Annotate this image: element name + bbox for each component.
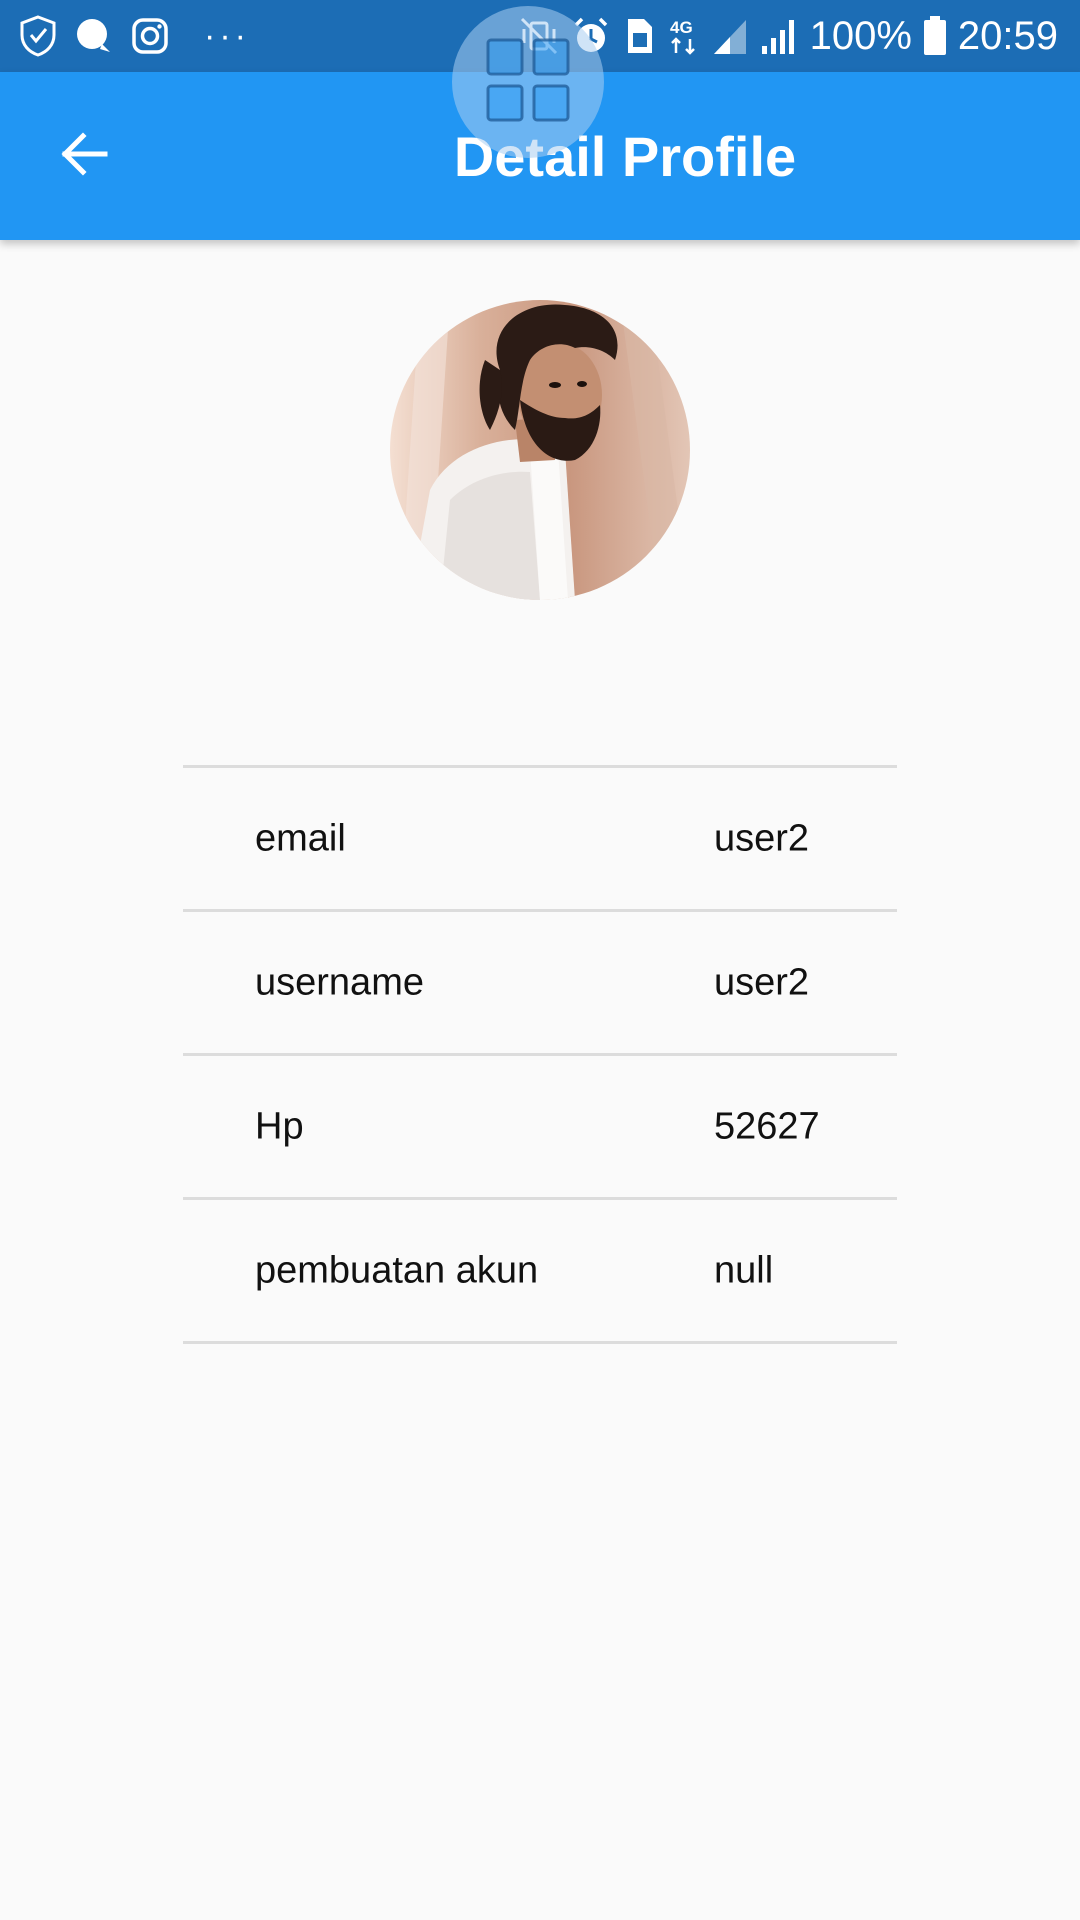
status-bar-left: ···	[18, 14, 250, 58]
instagram-icon	[130, 16, 170, 56]
email-label: email	[255, 817, 346, 859]
username-value: user2	[714, 961, 810, 1003]
table-row: pembuatan akun null	[183, 1200, 897, 1344]
avatar	[390, 300, 690, 600]
account-created-value: null	[714, 1249, 774, 1291]
signal-icon	[712, 16, 750, 56]
shield-icon	[18, 15, 58, 57]
profile-info-table: email user2 username user2 Hp 52627 pemb…	[183, 765, 897, 1344]
table-row: Hp 52627	[183, 1056, 897, 1200]
chat-bubble-icon	[74, 16, 114, 56]
email-value: user2	[714, 817, 810, 859]
battery-percent: 100%	[809, 13, 912, 58]
network-type-icon: 4G	[666, 15, 702, 57]
battery-icon	[922, 15, 948, 57]
phone-value: 52627	[714, 1105, 820, 1147]
clock: 20:59	[957, 13, 1058, 58]
signal-bars-icon	[760, 16, 800, 56]
username-label: username	[255, 961, 424, 1003]
account-created-label: pembuatan akun	[255, 1249, 539, 1291]
table-row: username user2	[183, 912, 897, 1056]
svg-text:4G: 4G	[670, 18, 693, 37]
sim-card-icon	[622, 15, 656, 57]
table-row: email user2	[183, 768, 897, 912]
floating-overlay-button[interactable]	[452, 6, 604, 158]
phone-label: Hp	[255, 1105, 304, 1147]
overflow-indicator: ···	[204, 16, 250, 55]
grid-icon	[482, 34, 574, 131]
